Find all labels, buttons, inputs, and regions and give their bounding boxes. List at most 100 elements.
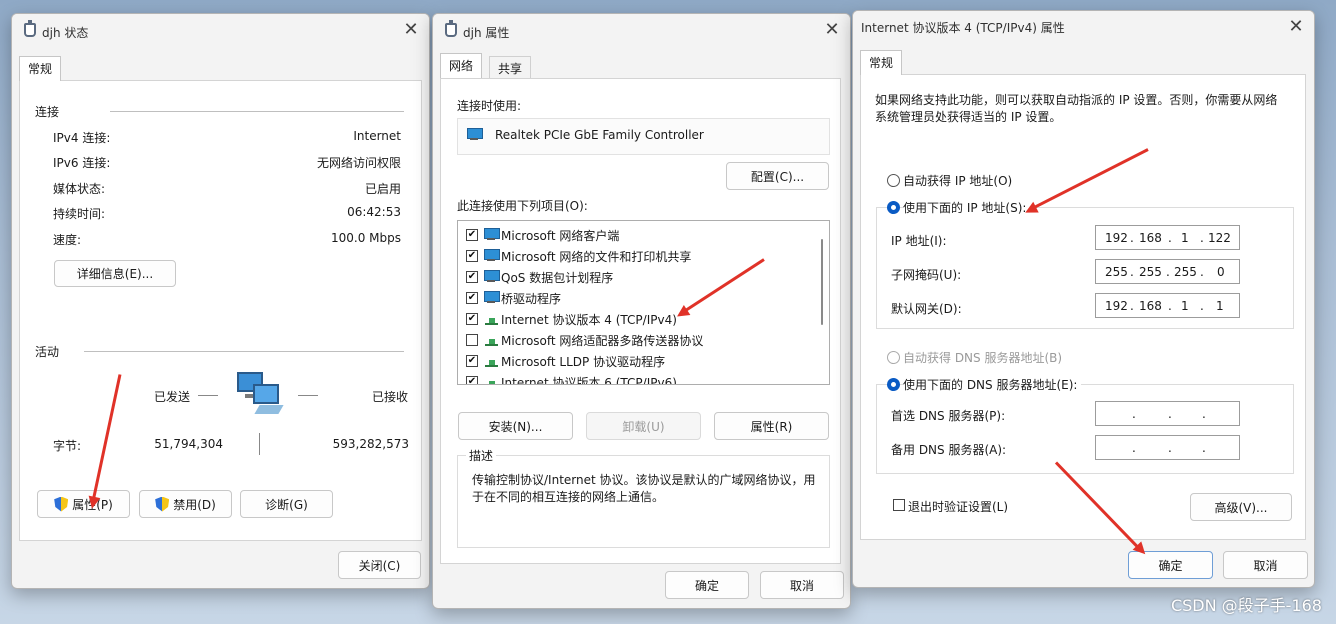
duration-label: 持续时间:: [53, 207, 106, 221]
tab-general[interactable]: 常规: [860, 50, 903, 75]
cancel-button[interactable]: 取消: [1223, 551, 1308, 579]
validate-label[interactable]: 退出时验证设置(L): [908, 498, 1008, 515]
item-label: Microsoft LLDP 协议驱动程序: [501, 355, 666, 369]
network-computers-icon: [233, 372, 285, 418]
manual-ip-label[interactable]: 使用下面的 IP 地址(S):: [903, 199, 1031, 216]
item-checkbox[interactable]: [466, 355, 478, 367]
close-button[interactable]: 关闭(C): [338, 551, 421, 579]
manual-dns-label[interactable]: 使用下面的 DNS 服务器地址(E):: [903, 376, 1082, 393]
item-checkbox[interactable]: [466, 334, 478, 346]
duration-value: 06:42:53: [347, 205, 401, 219]
status-titlebar: djh 状态 ✕: [12, 14, 429, 48]
properties-button[interactable]: 属性(P): [37, 490, 130, 518]
item-checkbox[interactable]: [466, 292, 478, 304]
gw-octet-1: 192: [1105, 299, 1128, 313]
item-checkbox[interactable]: [466, 250, 478, 262]
speed-value: 100.0 Mbps: [330, 231, 401, 245]
client-icon: [484, 249, 500, 262]
close-icon[interactable]: ✕: [1284, 17, 1308, 39]
tab-sharing[interactable]: 共享: [489, 56, 532, 79]
mask-octet-2: 255: [1139, 265, 1162, 279]
speed-label: 速度:: [53, 233, 82, 247]
list-item[interactable]: Internet 协议版本 6 (TCP/IPv6): [458, 372, 813, 385]
list-item[interactable]: Microsoft 网络客户端: [458, 225, 813, 245]
list-item[interactable]: 桥驱动程序: [458, 288, 813, 308]
list-item[interactable]: Internet 协议版本 4 (TCP/IPv4): [458, 309, 813, 329]
item-label: Internet 协议版本 6 (TCP/IPv6): [501, 376, 677, 385]
protocol-icon: [484, 354, 499, 367]
install-button[interactable]: 安装(N)...: [458, 412, 573, 440]
list-item[interactable]: QoS 数据包计划程序: [458, 267, 813, 287]
alternate-dns-input[interactable]: ...: [1095, 435, 1240, 460]
item-checkbox[interactable]: [466, 271, 478, 283]
auto-dns-label[interactable]: 自动获得 DNS 服务器地址(B): [903, 349, 1062, 366]
item-label: 桥驱动程序: [501, 292, 562, 306]
advanced-button[interactable]: 高级(V)...: [1190, 493, 1292, 521]
list-item[interactable]: Microsoft 网络适配器多路传送器协议: [458, 330, 813, 350]
adapter-icon: [467, 128, 483, 141]
received-label: 已接收: [371, 390, 408, 404]
ip-address-input[interactable]: 192. 168. 1. 122: [1095, 225, 1240, 250]
ipv4-title: Internet 协议版本 4 (TCP/IPv4) 属性: [861, 21, 1065, 35]
adapter-box: Realtek PCIe GbE Family Controller: [457, 118, 830, 155]
item-label: Microsoft 网络的文件和打印机共享: [501, 250, 692, 264]
manual-ip-radio[interactable]: [887, 201, 900, 214]
activity-section-label: 活动: [35, 345, 60, 359]
validate-checkbox[interactable]: [893, 499, 905, 511]
scrollbar[interactable]: [821, 239, 823, 325]
uninstall-button[interactable]: 卸载(U): [586, 412, 701, 440]
manual-dns-radio[interactable]: [887, 378, 900, 391]
shield-icon: [54, 497, 68, 512]
item-properties-button[interactable]: 属性(R): [714, 412, 829, 440]
details-button[interactable]: 详细信息(E)...: [54, 260, 176, 287]
gateway-input[interactable]: 192. 168. 1. 1: [1095, 293, 1240, 318]
auto-ip-label[interactable]: 自动获得 IP 地址(O): [903, 172, 1012, 189]
diagnose-button[interactable]: 诊断(G): [240, 490, 333, 518]
item-checkbox[interactable]: [466, 376, 478, 384]
item-checkbox[interactable]: [466, 313, 478, 325]
cancel-button[interactable]: 取消: [760, 571, 844, 599]
ipv6-label: IPv6 连接:: [53, 156, 111, 170]
ipv4-general-panel: 如果网络支持此功能，则可以获取自动指派的 IP 设置。否则，你需要从网络系统管理…: [860, 74, 1306, 540]
manual-dns-group: [876, 384, 1294, 474]
connection-section-label: 连接: [35, 105, 60, 119]
ipv4-window: Internet 协议版本 4 (TCP/IPv4) 属性 ✕ 常规 如果网络支…: [852, 10, 1315, 588]
item-checkbox[interactable]: [466, 229, 478, 241]
shield-icon: [155, 497, 169, 512]
mask-octet-4: 0: [1217, 265, 1225, 279]
items-label: 此连接使用下列项目(O):: [457, 199, 588, 213]
description-text: 传输控制协议/Internet 协议。该协议是默认的广域网络协议，用于在不同的相…: [472, 473, 816, 504]
ok-button[interactable]: 确定: [665, 571, 749, 599]
item-label: QoS 数据包计划程序: [501, 271, 614, 285]
ipv4-titlebar: Internet 协议版本 4 (TCP/IPv4) 属性 ✕: [853, 11, 1314, 45]
gateway-label: 默认网关(D):: [891, 302, 962, 316]
subnet-mask-input[interactable]: 255. 255. 255. 0: [1095, 259, 1240, 284]
preferred-dns-input[interactable]: ...: [1095, 401, 1240, 426]
disable-button[interactable]: 禁用(D): [139, 490, 232, 518]
alternate-dns-label: 备用 DNS 服务器(A):: [891, 443, 1007, 457]
auto-ip-radio[interactable]: [887, 174, 900, 187]
description-group: 描述 传输控制协议/Internet 协议。该协议是默认的广域网络协议，用于在不…: [457, 447, 830, 548]
list-item[interactable]: Microsoft LLDP 协议驱动程序: [458, 351, 813, 371]
client-icon: [484, 228, 500, 241]
general-panel: 连接 IPv4 连接: Internet IPv6 连接: 无网络访问权限 媒体…: [19, 80, 422, 541]
media-state-value: 已启用: [364, 182, 401, 196]
intro-text: 如果网络支持此功能，则可以获取自动指派的 IP 设置。否则，你需要从网络系统管理…: [875, 93, 1278, 124]
tab-network[interactable]: 网络: [440, 53, 483, 78]
auto-dns-radio[interactable]: [887, 351, 900, 364]
properties-window: djh 属性 ✕ 网络 共享 连接时使用: Realtek PCIe GbE F…: [432, 13, 851, 609]
status-window: djh 状态 ✕ 常规 连接 IPv4 连接: Internet IPv6 连接…: [11, 13, 430, 589]
ipv6-value: 无网络访问权限: [316, 156, 401, 170]
mask-octet-1: 255: [1105, 265, 1128, 279]
media-state-label: 媒体状态:: [53, 182, 106, 196]
close-icon[interactable]: ✕: [399, 20, 423, 42]
protocol-icon: [484, 375, 499, 384]
configure-button[interactable]: 配置(C)...: [726, 162, 829, 190]
gw-octet-4: 1: [1216, 299, 1224, 313]
ipv4-label: IPv4 连接:: [53, 131, 111, 145]
adapter-icon: [445, 20, 457, 37]
ip-octet-2: 168: [1139, 231, 1162, 245]
tab-general[interactable]: 常规: [19, 56, 62, 81]
bytes-label: 字节:: [53, 439, 82, 453]
close-icon[interactable]: ✕: [820, 20, 844, 42]
